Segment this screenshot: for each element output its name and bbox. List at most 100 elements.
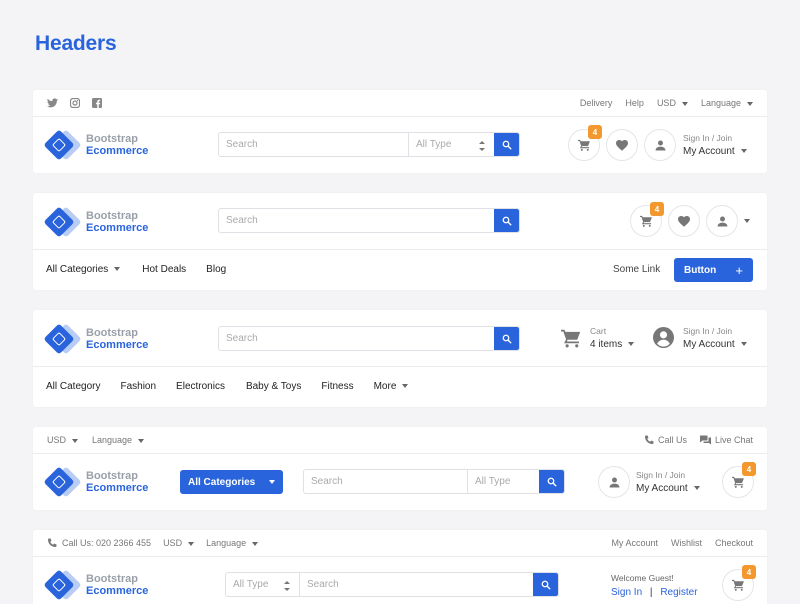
call-us-link[interactable]: Call Us [644,435,687,445]
checkout-link[interactable]: Checkout [715,538,753,548]
wishlist-button[interactable] [668,205,700,237]
header3-nav: All Category Fashion Electronics Baby & … [46,381,409,392]
nav-all-category[interactable]: All Category [46,381,100,392]
logo-line1: Bootstrap [86,209,138,222]
cart-menu[interactable]: Cart 4 items [590,324,635,352]
guest-panel: Welcome Guest! Sign In | Register [611,571,698,600]
chevron-down-icon [740,149,747,154]
register-link[interactable]: Register [660,587,697,598]
cart-items-label: 4 items [590,339,623,350]
nav-blog[interactable]: Blog [206,264,226,275]
search-button[interactable] [494,327,519,350]
account-button[interactable] [644,129,676,161]
type-select[interactable]: All Type [467,470,539,493]
account-button[interactable] [706,205,738,237]
user-circle-icon[interactable] [653,327,674,353]
header-card-3: BootstrapEcommerce Cart 4 items Sign In … [33,310,767,407]
logo-icon [43,466,82,498]
account-menu[interactable]: Sign In / Join My Account [636,468,700,496]
chevron-down-icon [681,101,688,106]
header4-topbar: USD Language Call Us Live Chat [33,427,767,453]
facebook-icon[interactable] [92,98,102,108]
nav-fitness[interactable]: Fitness [321,381,353,392]
live-chat-link[interactable]: Live Chat [699,435,753,445]
search-input[interactable] [219,133,408,156]
phone-icon [48,538,57,547]
more-dropdown[interactable]: More [374,381,409,392]
primary-button[interactable]: Button + [674,258,753,282]
chevron-down-icon [740,342,747,347]
logo[interactable]: Bootstrap Ecommerce [43,129,148,161]
my-account-link[interactable]: My Account [611,538,658,548]
divider [33,556,767,557]
nav-hot-deals[interactable]: Hot Deals [142,264,186,275]
call-link[interactable]: Call Us: 020 2366 455 [47,538,151,548]
phone-icon [644,435,654,444]
language-dropdown[interactable]: Language [206,538,259,548]
search-input[interactable] [300,573,533,596]
wishlist-button[interactable] [606,129,638,161]
account-menu[interactable]: Sign In / Join My Account [683,324,747,352]
cart-icon[interactable] [561,328,582,353]
search-input[interactable] [219,209,494,232]
header2-nav: All Categories Hot Deals Blog [46,264,226,275]
currency-dropdown[interactable]: USD [47,435,79,445]
cart-icon [731,476,744,488]
logo-line1: Bootstrap [86,469,138,482]
type-select[interactable]: All Type [226,573,300,596]
sign-in-link[interactable]: Sign In [611,587,642,598]
my-account-label: My Account [636,483,688,494]
search-button[interactable] [533,573,558,596]
search-bar: All Type [303,469,565,494]
logo[interactable]: Bootstrap Ecommerce [43,206,148,238]
more-label: More [373,381,397,392]
search-button[interactable] [494,209,519,232]
search-button[interactable] [539,470,564,493]
language-dropdown[interactable]: Language [701,98,753,108]
header5-topbar: Call Us: 020 2366 455 USD Language My Ac… [33,530,767,556]
cart-count-badge: 4 [742,565,756,579]
divider [33,453,767,454]
logo[interactable]: Bootstrap Ecommerce [43,466,149,498]
twitter-icon[interactable] [47,98,58,108]
search-icon [547,477,556,486]
type-select[interactable]: All Type [408,133,494,156]
help-link[interactable]: Help [625,98,644,108]
logo[interactable]: Bootstrap Ecommerce [43,323,148,355]
search-input[interactable] [304,470,467,493]
some-link[interactable]: Some Link [613,264,660,275]
my-account-label: My Account [683,146,735,157]
wishlist-link[interactable]: Wishlist [671,538,702,548]
delivery-link[interactable]: Delivery [580,98,613,108]
language-dropdown[interactable]: Language [92,435,145,445]
logo-icon [43,206,82,238]
chevron-down-icon [747,101,753,106]
all-categories-dropdown[interactable]: All Categories [46,264,121,275]
search-icon [502,216,511,225]
header1-topbar: Delivery Help USD Language [33,90,767,116]
header-card-1: Delivery Help USD Language Bootstrap Ecom… [33,90,767,173]
cart-count-badge: 4 [650,202,664,216]
search-button[interactable] [494,133,519,156]
logo-line2: Ecommerce [86,482,149,494]
logo[interactable]: Bootstrap Ecommerce [43,569,149,601]
cart-label: Cart [590,326,607,336]
search-input[interactable] [219,327,494,350]
account-dropdown-caret[interactable] [744,219,750,223]
all-categories-button[interactable]: All Categories [180,470,283,494]
nav-electronics[interactable]: Electronics [176,381,225,392]
account-button[interactable] [598,466,630,498]
nav-baby-toys[interactable]: Baby & Toys [246,381,301,392]
nav-fashion[interactable]: Fashion [120,381,156,392]
currency-dropdown[interactable]: USD [657,98,688,108]
type-select-label: All Type [233,579,269,590]
currency-dropdown[interactable]: USD [163,538,195,548]
cart-count-badge: 4 [588,125,602,139]
chevron-down-icon [138,438,145,443]
account-menu[interactable]: Sign In / Join My Account [683,131,747,159]
instagram-icon[interactable] [70,98,80,108]
sign-in-join-label: Sign In / Join [683,133,733,143]
cart-icon [577,139,590,151]
heart-icon [616,139,628,151]
logo-line2: Ecommerce [86,585,149,597]
